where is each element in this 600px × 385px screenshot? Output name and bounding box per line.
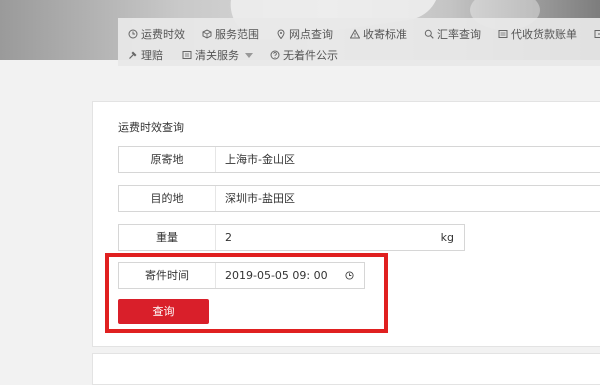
- weight-value: 2: [225, 231, 232, 244]
- nav-item-claims[interactable]: 理赔: [128, 49, 163, 63]
- nav-item-label: 汇率查询: [437, 28, 481, 41]
- clock-icon: [128, 29, 138, 39]
- destination-value: 深圳市-盐田区: [225, 192, 295, 205]
- origin-field[interactable]: 原寄地 上海市-金山区: [118, 146, 600, 173]
- nav-item-shipping-standards[interactable]: 收寄标准: [350, 28, 407, 42]
- origin-value: 上海市-金山区: [225, 153, 295, 166]
- weight-label: 重量: [119, 225, 216, 250]
- destination-field[interactable]: 目的地 深圳市-盐田区: [118, 185, 600, 212]
- nav-item-label: 代收货款账单: [511, 28, 577, 41]
- nav-item-unclaimed-notice[interactable]: 无着件公示: [270, 49, 338, 63]
- question-icon: [270, 50, 280, 60]
- weight-field[interactable]: 重量 2 kg: [118, 224, 465, 251]
- section-title: 运费时效查询: [118, 121, 184, 134]
- nav-item-shipping-time[interactable]: 运费时效: [128, 28, 185, 42]
- nav-item-outlet-search[interactable]: 网点查询: [276, 28, 333, 42]
- export-icon: [594, 29, 600, 39]
- customs-icon: [182, 50, 192, 60]
- nav-item-label: 收寄标准: [363, 28, 407, 41]
- destination-label: 目的地: [119, 186, 216, 211]
- package-icon: [202, 29, 212, 39]
- warning-icon: [350, 29, 360, 39]
- nav-item-label: 服务范围: [215, 28, 259, 41]
- weight-unit: kg: [440, 231, 454, 244]
- nav-item-more[interactable]: [594, 28, 600, 42]
- nav-item-service-scope[interactable]: 服务范围: [202, 28, 259, 42]
- nav-item-label: 网点查询: [289, 28, 333, 41]
- origin-label: 原寄地: [119, 147, 216, 172]
- nav-item-cod-bill[interactable]: 代收货款账单: [498, 28, 577, 42]
- chevron-down-icon: [245, 53, 253, 58]
- bill-icon: [498, 29, 508, 39]
- search-icon: [424, 29, 434, 39]
- results-card: [92, 353, 600, 385]
- nav-item-label: 清关服务: [195, 49, 239, 62]
- nav-item-label: 无着件公示: [283, 49, 338, 62]
- service-nav: 运费时效 服务范围 网点查询 收寄标准 汇率查询 代收货款账单 理赔 清关服务 …: [118, 18, 600, 66]
- nav-item-label: 理赔: [141, 49, 163, 62]
- hammer-icon: [128, 50, 138, 60]
- location-pin-icon: [276, 29, 286, 39]
- nav-item-label: 运费时效: [141, 28, 185, 41]
- nav-item-exchange-rate[interactable]: 汇率查询: [424, 28, 481, 42]
- highlight-box: [105, 253, 388, 333]
- nav-item-customs-service[interactable]: 清关服务: [182, 49, 253, 63]
